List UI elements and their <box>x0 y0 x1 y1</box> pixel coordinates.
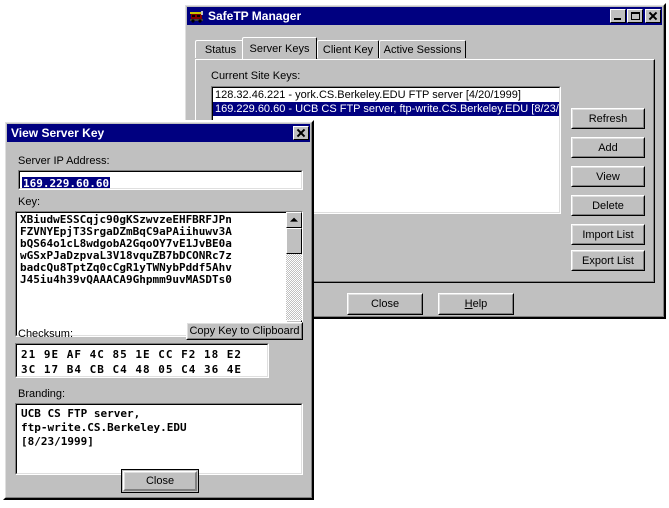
tab-client-key[interactable]: Client Key <box>317 40 379 58</box>
dialog-close-button[interactable] <box>293 126 309 140</box>
branding-line: UCB CS FTP server, <box>21 407 141 420</box>
add-button[interactable]: Add <box>571 137 645 158</box>
tab-strip: Status Server Keys Client Key Active Ses… <box>195 37 655 60</box>
branding-line: [8/23/1999] <box>21 435 94 448</box>
screen: SafeTP Manager Status Server Keys Client <box>0 0 669 508</box>
server-ip-label: Server IP Address: <box>18 155 110 167</box>
checksum-label: Checksum: <box>18 328 74 340</box>
tab-active-sessions[interactable]: Active Sessions <box>379 40 466 58</box>
checksum-box: 21 9E AF 4C 85 1E CC F2 18 E2 3C 17 B4 C… <box>15 343 269 378</box>
help-button[interactable]: Help <box>438 293 514 315</box>
help-button-label: Help <box>439 294 513 314</box>
main-window-title: SafeTP Manager <box>208 9 302 23</box>
server-ip-value: 169.229.60.60 <box>22 177 111 189</box>
delete-button[interactable]: Delete <box>571 195 645 216</box>
checksum-row: 21 9E AF 4C 85 1E CC F2 18 E2 <box>21 348 243 361</box>
export-list-button-label: Export List <box>572 251 644 270</box>
key-line: J45iu4h39vQAAACA9Ghpmm9uvMASDTs0 <box>20 273 232 286</box>
branding-label: Branding: <box>18 388 66 400</box>
checksum-row: 3C 17 B4 CB C4 48 05 C4 36 4E <box>21 363 243 376</box>
refresh-button-label: Refresh <box>572 109 644 128</box>
minimize-icon <box>614 18 621 20</box>
copy-key-to-clipboard-button[interactable]: Copy Key to Clipboard <box>186 322 303 340</box>
close-button[interactable] <box>645 9 661 23</box>
dialog-title: View Server Key <box>11 126 105 140</box>
dialog-close-action-inner: Close <box>123 471 197 491</box>
key-scrollbar-thumb[interactable] <box>286 228 302 254</box>
tab-active-sessions-label: Active Sessions <box>383 43 462 56</box>
minimize-button[interactable] <box>610 9 626 23</box>
maximize-button[interactable] <box>627 9 643 23</box>
main-close-button[interactable]: Close <box>347 293 423 315</box>
branding-box-inner: UCB CS FTP server, ftp-write.CS.Berkeley… <box>16 404 302 474</box>
main-close-button-label: Close <box>348 294 422 314</box>
dialog-close-action-button[interactable]: Close <box>121 469 199 493</box>
import-list-button-label: Import List <box>572 225 644 244</box>
refresh-button[interactable]: Refresh <box>571 108 645 129</box>
tab-server-keys[interactable]: Server Keys <box>242 37 317 59</box>
view-button-label: View <box>572 167 644 186</box>
view-button[interactable]: View <box>571 166 645 187</box>
branding-box[interactable]: UCB CS FTP server, ftp-write.CS.Berkeley… <box>15 403 303 475</box>
copy-key-to-clipboard-label: Copy Key to Clipboard <box>187 323 302 339</box>
safetp-app-icon[interactable] <box>189 8 205 24</box>
tab-status-label: Status <box>204 43 237 56</box>
tab-client-key-label: Client Key <box>322 43 374 56</box>
key-textarea-inner: XBiudwESSCqjc90gKSzwvzeEHFBRFJPn FZVNYEp… <box>16 212 302 336</box>
add-button-label: Add <box>572 138 644 157</box>
server-ip-field[interactable]: 169.229.60.60 <box>18 170 303 190</box>
import-list-button[interactable]: Import List <box>571 224 645 245</box>
key-label: Key: <box>18 196 41 208</box>
key-scrollbar[interactable] <box>286 212 302 336</box>
branding-line: ftp-write.CS.Berkeley.EDU <box>21 421 187 434</box>
scroll-up-button[interactable] <box>286 212 302 228</box>
delete-button-label: Delete <box>572 196 644 215</box>
export-list-button[interactable]: Export List <box>571 250 645 271</box>
dialog-close-action-label: Close <box>124 472 196 490</box>
maximize-icon <box>631 12 640 20</box>
view-server-key-dialog: View Server Key Server IP Address: 169.2… <box>3 120 314 500</box>
tab-status[interactable]: Status <box>195 40 246 58</box>
list-item[interactable]: 128.32.46.221 - york.CS.Berkeley.EDU FTP… <box>213 88 559 102</box>
current-site-keys-label: Current Site Keys: <box>211 70 301 82</box>
dialog-title-bar[interactable]: View Server Key <box>7 124 310 142</box>
main-title-bar[interactable]: SafeTP Manager <box>187 7 662 25</box>
list-item[interactable]: 169.229.60.60 - UCB CS FTP server, ftp-w… <box>213 102 559 116</box>
checksum-box-inner: 21 9E AF 4C 85 1E CC F2 18 E2 3C 17 B4 C… <box>16 344 268 377</box>
key-textarea[interactable]: XBiudwESSCqjc90gKSzwvzeEHFBRFJPn FZVNYEp… <box>15 211 303 337</box>
tab-server-keys-label: Server Keys <box>249 42 310 55</box>
server-ip-field-inner: 169.229.60.60 <box>19 171 302 189</box>
